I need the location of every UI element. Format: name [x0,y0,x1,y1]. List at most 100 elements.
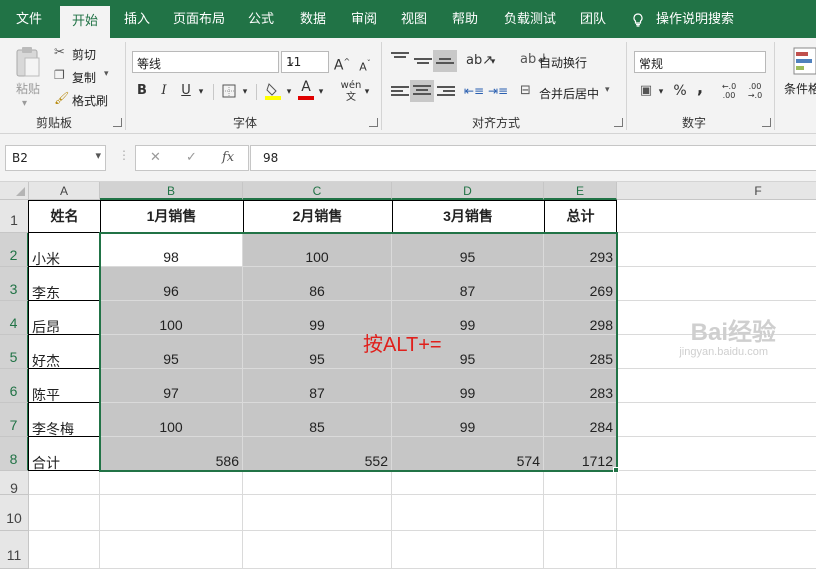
orientation-dropdown-icon[interactable]: ▾ [488,52,498,72]
row-header-2[interactable]: 2 [0,233,29,267]
table-row-cell[interactable]: 86 [243,267,392,301]
tab-help[interactable]: 帮助 [444,0,486,38]
tab-team[interactable]: 团队 [572,0,614,38]
table-header-cell[interactable]: 3月销售 [392,200,544,233]
conditional-formatting-icon[interactable] [792,46,816,76]
table-row-cell[interactable]: 李东 [29,267,100,301]
row-header-8[interactable]: 8 [0,437,29,471]
total-row-cell[interactable]: 574 [392,437,544,471]
total-row-cell[interactable]: 586 [100,437,243,471]
increase-decimal-button[interactable]: ←.0 .00 [718,82,740,100]
cell[interactable] [29,531,100,569]
align-center-selected[interactable] [410,80,434,102]
comma-style-button[interactable]: , [694,78,706,98]
row-header-9[interactable]: 9 [0,471,29,496]
more-options-icon[interactable]: ⋮ [118,148,130,162]
borders-icon[interactable] [222,84,236,98]
table-header-cell[interactable]: 2月销售 [243,200,392,233]
cell[interactable] [617,233,816,267]
font-color-icon[interactable]: A [298,78,314,100]
cell[interactable] [392,531,544,569]
decrease-indent-icon[interactable]: ⇤≡ [464,81,484,101]
total-row-cell[interactable]: 1712 [544,437,617,471]
row-header-3[interactable]: 3 [0,267,29,301]
table-row-cell[interactable]: 好杰 [29,335,100,369]
table-row-cell[interactable]: 95 [392,233,544,267]
table-row-cell[interactable]: 85 [243,403,392,437]
bold-button[interactable]: B [134,81,150,101]
fill-color-icon[interactable] [264,82,282,100]
cell[interactable] [29,495,100,531]
borders-dropdown-icon[interactable]: ▾ [240,82,250,102]
table-row-cell[interactable]: 99 [392,369,544,403]
cell[interactable] [100,495,243,531]
column-header-b[interactable]: B [100,182,243,200]
merge-center-icon[interactable]: ⊟ [520,83,531,98]
wrap-text-button[interactable]: 自动换行 [539,54,587,71]
number-dialog-launcher[interactable] [762,118,771,127]
underline-dropdown-icon[interactable]: ▾ [196,82,206,102]
tab-review[interactable]: 审阅 [343,0,385,38]
table-row-cell[interactable]: 293 [544,233,617,267]
cell[interactable] [100,531,243,569]
tab-file[interactable]: 文件 [6,0,52,38]
cell[interactable] [617,369,816,403]
cell[interactable] [544,495,617,531]
tab-view[interactable]: 视图 [393,0,435,38]
column-header-d[interactable]: D [392,182,544,200]
cell[interactable] [544,531,617,569]
cell[interactable] [243,495,392,531]
table-row-cell[interactable]: 100 [100,301,243,335]
percent-style-button[interactable]: % [672,81,688,101]
select-all-button[interactable] [0,182,29,200]
row-header-4[interactable]: 4 [0,301,29,335]
column-header-a[interactable]: A [29,182,100,200]
formula-input[interactable]: 98 [250,145,816,171]
fill-color-dropdown-icon[interactable]: ▾ [284,82,294,102]
tell-me-search[interactable]: 操作说明搜索 [652,0,738,38]
format-painter-button[interactable]: 格式刷 [72,92,108,109]
column-header-f[interactable]: F [617,182,816,200]
cell[interactable] [617,531,816,569]
total-row-cell[interactable]: 552 [243,437,392,471]
table-row-cell[interactable]: 李冬梅 [29,403,100,437]
number-format-select[interactable]: 常规 ⌄ [634,51,766,73]
name-box[interactable]: B2 ▾ [5,145,106,171]
increase-indent-icon[interactable]: ⇥≡ [488,81,508,101]
table-header-cell[interactable]: 姓名 [29,200,100,233]
accounting-format-icon[interactable]: ▣ [636,81,656,101]
cell[interactable] [392,495,544,531]
orientation-icon[interactable]: ab↗ [466,51,493,71]
table-row-cell[interactable]: 96 [100,267,243,301]
cancel-icon[interactable]: ✕ [150,150,161,165]
table-row-cell[interactable]: 87 [243,369,392,403]
table-header-cell[interactable]: 总计 [544,200,617,233]
table-row-cell[interactable]: 后昂 [29,301,100,335]
middle-align-icon[interactable] [414,54,432,68]
cell[interactable] [544,471,617,495]
cell[interactable] [243,471,392,495]
underline-button[interactable]: U [178,81,194,101]
tab-page-layout[interactable]: 页面布局 [166,0,232,38]
column-header-c[interactable]: C [243,182,392,200]
tab-load-test[interactable]: 负载测试 [497,0,563,38]
paste-dropdown-icon[interactable]: ▾ [22,98,27,109]
table-header-cell[interactable]: 1月销售 [100,200,243,233]
table-row-cell[interactable]: 285 [544,335,617,369]
accounting-dropdown-icon[interactable]: ▾ [656,82,666,102]
row-header-11[interactable]: 11 [0,531,29,569]
table-row-cell[interactable]: 100 [100,403,243,437]
table-row-cell[interactable]: 98 [100,233,243,267]
bottom-align-selected[interactable] [433,50,457,72]
alignment-dialog-launcher[interactable] [614,118,623,127]
clipboard-dialog-launcher[interactable] [113,118,122,127]
table-row-cell[interactable]: 陈平 [29,369,100,403]
table-row-cell[interactable]: 269 [544,267,617,301]
decrease-decimal-button[interactable]: .00 →.0 [744,82,766,100]
merge-dropdown-icon[interactable]: ▾ [605,85,610,95]
copy-dropdown-icon[interactable]: ▾ [104,69,109,79]
paste-label[interactable]: 粘贴 [16,80,40,97]
cell[interactable] [617,437,816,471]
insert-function-icon[interactable]: fx [222,150,234,165]
worksheet-grid[interactable]: A B C D E F 1 2 3 4 5 6 7 8 9 10 11 姓名 1月销售 2月销售 3月销售 总计 小米 98 1… [0,182,816,569]
